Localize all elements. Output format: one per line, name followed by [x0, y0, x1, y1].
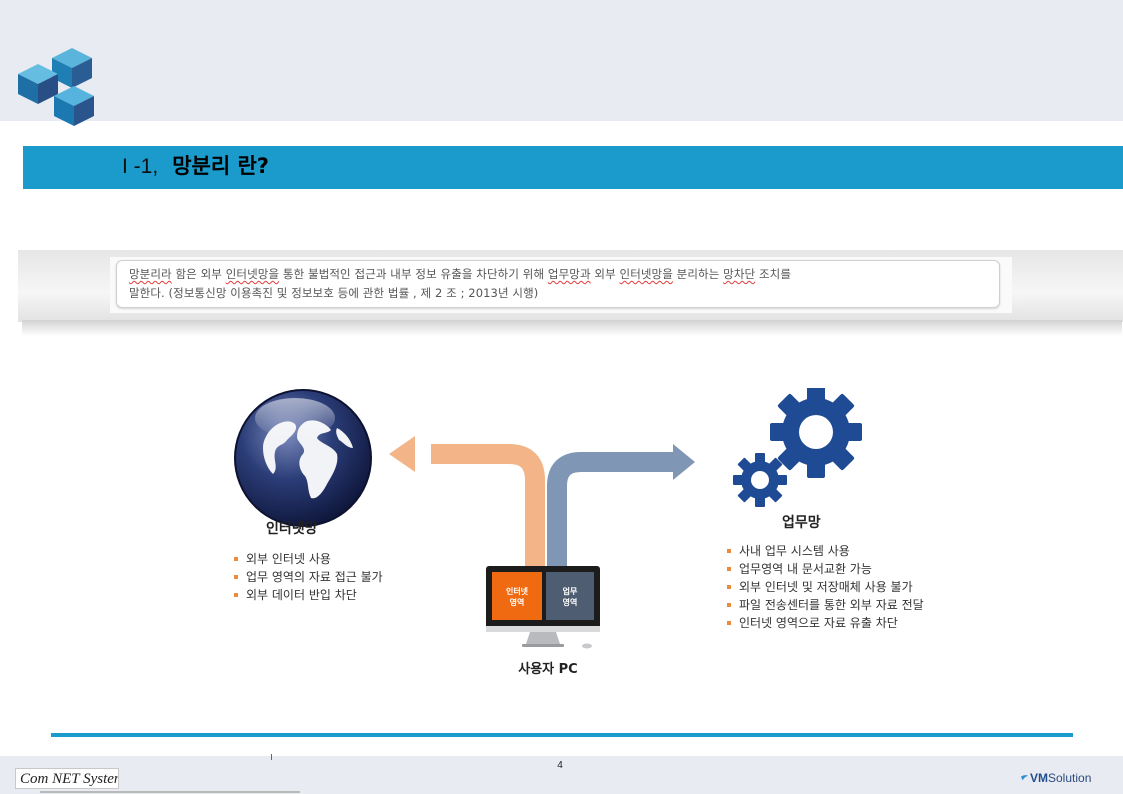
screen-internet-area: 인터넷 영역 [505, 587, 529, 607]
page-number: 4 [557, 760, 563, 771]
list-item: 인터넷 영역으로 자료 유출 차단 [727, 614, 924, 632]
header-band [0, 0, 1123, 121]
list-item: 외부 인터넷 사용 [234, 550, 383, 568]
comnet-system-logo: Com NET System [15, 768, 119, 789]
internet-bullet-list: 외부 인터넷 사용 업무 영역의 자료 접근 불가 외부 데이터 반입 차단 [234, 550, 383, 604]
footer-tick [271, 754, 272, 760]
list-item: 사내 업무 시스템 사용 [727, 542, 924, 560]
term-internet-net: 인터넷망을 [225, 267, 280, 281]
globe-icon [234, 389, 372, 527]
section-number: I -1, [122, 155, 159, 178]
swoosh-icon [1020, 774, 1029, 780]
page-title: 망분리 란? [172, 154, 269, 178]
business-bullet-list: 사내 업무 시스템 사용 업무영역 내 문서교환 가능 외부 인터넷 및 저장매… [727, 542, 924, 632]
definition-line-2: 말한다. (정보통신망 이용촉진 및 정보보호 등에 관한 법률 , 제 2 조… [129, 286, 539, 300]
list-item: 업무 영역의 자료 접근 불가 [234, 568, 383, 586]
business-net-label: 업무망 [782, 515, 821, 531]
user-pc-label: 사용자 PC [518, 662, 578, 677]
list-item: 외부 인터넷 및 저장매체 사용 불가 [727, 578, 924, 596]
footer-underline [40, 791, 300, 793]
definition-line-1: 망분리라 함은 외부 인터넷망을 통한 불법적인 접근과 내부 정보 유출을 차… [129, 267, 791, 281]
list-item: 외부 데이터 반입 차단 [234, 586, 383, 604]
screen-business-area: 업무 영역 [562, 587, 578, 607]
bottom-rule [51, 733, 1073, 737]
list-item: 파일 전송센터를 통한 외부 자료 전달 [727, 596, 924, 614]
term-internet-net-2: 인터넷망을 [619, 267, 673, 281]
gears-icon [733, 388, 862, 507]
term-business-net: 업무망과 [547, 267, 591, 281]
slide-title: I -1, 망분리 란? [122, 150, 269, 180]
term-net-block: 망차단 [723, 267, 756, 281]
list-item: 업무영역 내 문서교환 가능 [727, 560, 924, 578]
cubes-logo-icon [18, 48, 94, 126]
term-mangbunri: 망분리라 [129, 267, 172, 281]
vmsolution-logo: VM Solution [1020, 768, 1091, 788]
definition-box: 망분리라 함은 외부 인터넷망을 통한 불법적인 접근과 내부 정보 유출을 차… [116, 260, 1000, 308]
network-arrows [389, 436, 695, 570]
definition-shadow [22, 320, 1122, 336]
internet-net-label: 인터넷망 [266, 521, 318, 537]
